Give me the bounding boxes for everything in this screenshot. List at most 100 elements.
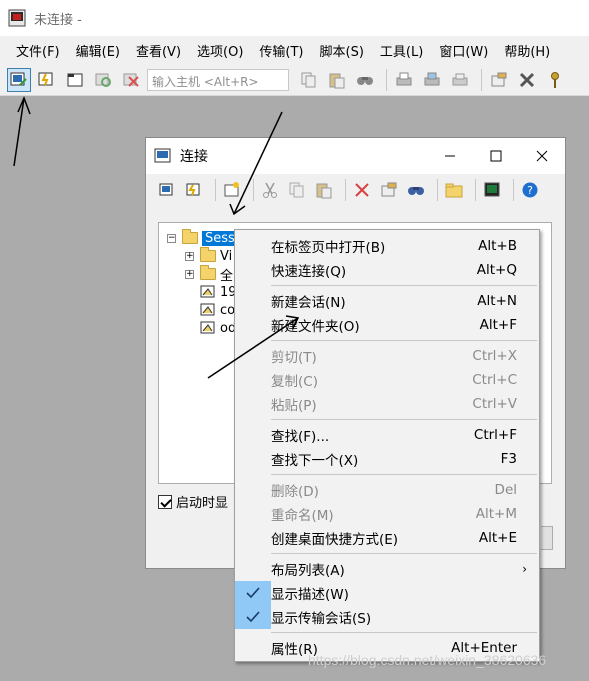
menu-item-find-next[interactable]: 查找下一个(X) F3 bbox=[235, 447, 539, 471]
menu-script[interactable]: 脚本(S) bbox=[312, 41, 372, 60]
checkmark-icon bbox=[235, 605, 271, 629]
menu-item-delete[interactable]: 删除(D) Del bbox=[235, 478, 539, 502]
shortcut-icon bbox=[484, 182, 500, 197]
print-icon bbox=[396, 72, 412, 85]
menu-item-show-transfer-sessions[interactable]: 显示传输会话(S) bbox=[235, 605, 539, 629]
connect-dialog-toolbar: ? bbox=[146, 174, 565, 206]
menu-separator bbox=[271, 474, 537, 475]
connect-icon bbox=[159, 183, 173, 196]
menu-separator bbox=[271, 553, 537, 554]
menu-item-rename[interactable]: 重命名(M) Alt+M bbox=[235, 502, 539, 526]
collapse-toggle-icon[interactable]: − bbox=[167, 233, 176, 243]
print-screen-button[interactable] bbox=[420, 68, 444, 92]
menu-item-paste[interactable]: 粘贴(P) Ctrl+V bbox=[235, 392, 539, 416]
menu-item-create-desktop-shortcut[interactable]: 创建桌面快捷方式(E) Alt+E bbox=[235, 526, 539, 550]
reconnect-button[interactable] bbox=[91, 68, 115, 92]
toolbar-separator bbox=[481, 68, 482, 91]
menu-item-show-description[interactable]: 显示描述(W) bbox=[235, 581, 539, 605]
close-icon bbox=[536, 150, 548, 162]
menu-item-cut[interactable]: 剪切(T) Ctrl+X bbox=[235, 344, 539, 368]
expand-toggle-icon[interactable]: + bbox=[185, 251, 194, 261]
dlg-new-folder-button[interactable] bbox=[443, 178, 465, 202]
expand-toggle-icon[interactable]: + bbox=[185, 269, 194, 279]
dlg-paste-button[interactable] bbox=[313, 178, 335, 202]
securecrt-app-icon bbox=[8, 9, 26, 27]
print-setup-icon bbox=[452, 73, 468, 85]
maximize-icon bbox=[490, 150, 502, 162]
tree-item[interactable]: 19 bbox=[185, 283, 237, 301]
menu-options[interactable]: 选项(O) bbox=[189, 41, 251, 60]
menu-window[interactable]: 窗口(W) bbox=[431, 41, 496, 60]
dlg-cut-button[interactable] bbox=[259, 178, 281, 202]
keymap-button[interactable] bbox=[543, 68, 567, 92]
menu-item-new-session[interactable]: 新建会话(N) Alt+N bbox=[235, 289, 539, 313]
menu-edit[interactable]: 编辑(E) bbox=[68, 41, 128, 60]
copy-button[interactable] bbox=[297, 68, 321, 92]
tree-item[interactable]: + 全 bbox=[185, 265, 233, 284]
session-icon bbox=[200, 303, 215, 316]
connect-tab-button[interactable] bbox=[63, 68, 87, 92]
toolbar-separator bbox=[253, 179, 254, 201]
watermark-text: https://blog.csdn.net/weixin_38620636 bbox=[308, 652, 547, 668]
find-button[interactable] bbox=[353, 68, 377, 92]
copy-icon bbox=[289, 182, 304, 198]
paste-icon bbox=[316, 183, 332, 199]
menu-tools[interactable]: 工具(L) bbox=[372, 41, 431, 60]
menu-help[interactable]: 帮助(H) bbox=[496, 41, 558, 60]
dlg-find-button[interactable] bbox=[405, 178, 427, 202]
disconnect-icon bbox=[123, 73, 139, 87]
menu-item-layout-list[interactable]: 布局列表(A) › bbox=[235, 557, 539, 581]
copy-icon bbox=[301, 72, 316, 87]
print-button[interactable] bbox=[392, 68, 416, 92]
key-icon bbox=[551, 71, 559, 88]
host-input[interactable]: 输入主机 <Alt+R> bbox=[147, 68, 289, 91]
disconnect-button[interactable] bbox=[119, 68, 143, 92]
dlg-new-session-button[interactable] bbox=[221, 178, 243, 202]
cut-icon bbox=[263, 182, 277, 198]
menu-item-open-in-tab[interactable]: 在标签页中打开(B) Alt+B bbox=[235, 234, 539, 258]
show-on-startup-label: 启动时显 bbox=[176, 496, 229, 511]
checkbox-checked-icon[interactable] bbox=[158, 494, 172, 509]
dlg-delete-button[interactable] bbox=[351, 178, 373, 202]
global-options-button[interactable] bbox=[515, 68, 539, 92]
close-button[interactable] bbox=[519, 138, 565, 174]
new-session-icon bbox=[224, 182, 239, 197]
new-folder-icon bbox=[445, 183, 463, 198]
dlg-copy-button[interactable] bbox=[286, 178, 308, 202]
dlg-connect-button[interactable] bbox=[156, 178, 178, 202]
folder-icon bbox=[200, 265, 216, 280]
dlg-help-button[interactable]: ? bbox=[519, 178, 541, 202]
menu-separator bbox=[271, 632, 537, 633]
quick-connect-button[interactable] bbox=[35, 68, 59, 92]
tree-item[interactable]: + Vi bbox=[185, 247, 232, 265]
show-on-startup-checkbox[interactable]: 启动时显 bbox=[158, 492, 228, 511]
menu-item-find[interactable]: 查找(F)... Ctrl+F bbox=[235, 423, 539, 447]
connect-button[interactable] bbox=[7, 67, 31, 92]
dlg-quick-connect-button[interactable] bbox=[183, 178, 205, 202]
menu-view[interactable]: 查看(V) bbox=[128, 41, 189, 60]
paste-button[interactable] bbox=[325, 68, 349, 92]
session-options-button[interactable] bbox=[487, 68, 511, 92]
window-title: 未连接 - bbox=[34, 12, 82, 28]
toolbar-separator bbox=[475, 179, 476, 201]
folder-open-icon bbox=[182, 229, 198, 244]
dialog-button[interactable] bbox=[541, 526, 553, 550]
tree-item-label: Vi bbox=[220, 248, 233, 264]
tree-item[interactable]: co bbox=[185, 301, 235, 319]
toolbar-separator bbox=[386, 68, 387, 91]
dlg-desktop-shortcut-button[interactable] bbox=[481, 178, 503, 202]
menu-file[interactable]: 文件(F) bbox=[8, 41, 68, 60]
toolbar-separator bbox=[345, 179, 346, 201]
print-setup-button[interactable] bbox=[448, 68, 472, 92]
menu-item-quick-connect[interactable]: 快速连接(Q) Alt+Q bbox=[235, 258, 539, 282]
minimize-button[interactable] bbox=[427, 138, 473, 174]
dlg-properties-button[interactable] bbox=[378, 178, 400, 202]
tree-item[interactable]: od bbox=[185, 319, 236, 337]
menu-transfer[interactable]: 传输(T) bbox=[251, 41, 311, 60]
maximize-button[interactable] bbox=[473, 138, 519, 174]
quick-connect-icon bbox=[186, 183, 200, 196]
tree-item-label: co bbox=[220, 302, 236, 318]
menu-item-copy[interactable]: 复制(C) Ctrl+C bbox=[235, 368, 539, 392]
find-icon bbox=[408, 187, 424, 195]
menu-item-new-folder[interactable]: 新建文件夹(O) Alt+F bbox=[235, 313, 539, 337]
